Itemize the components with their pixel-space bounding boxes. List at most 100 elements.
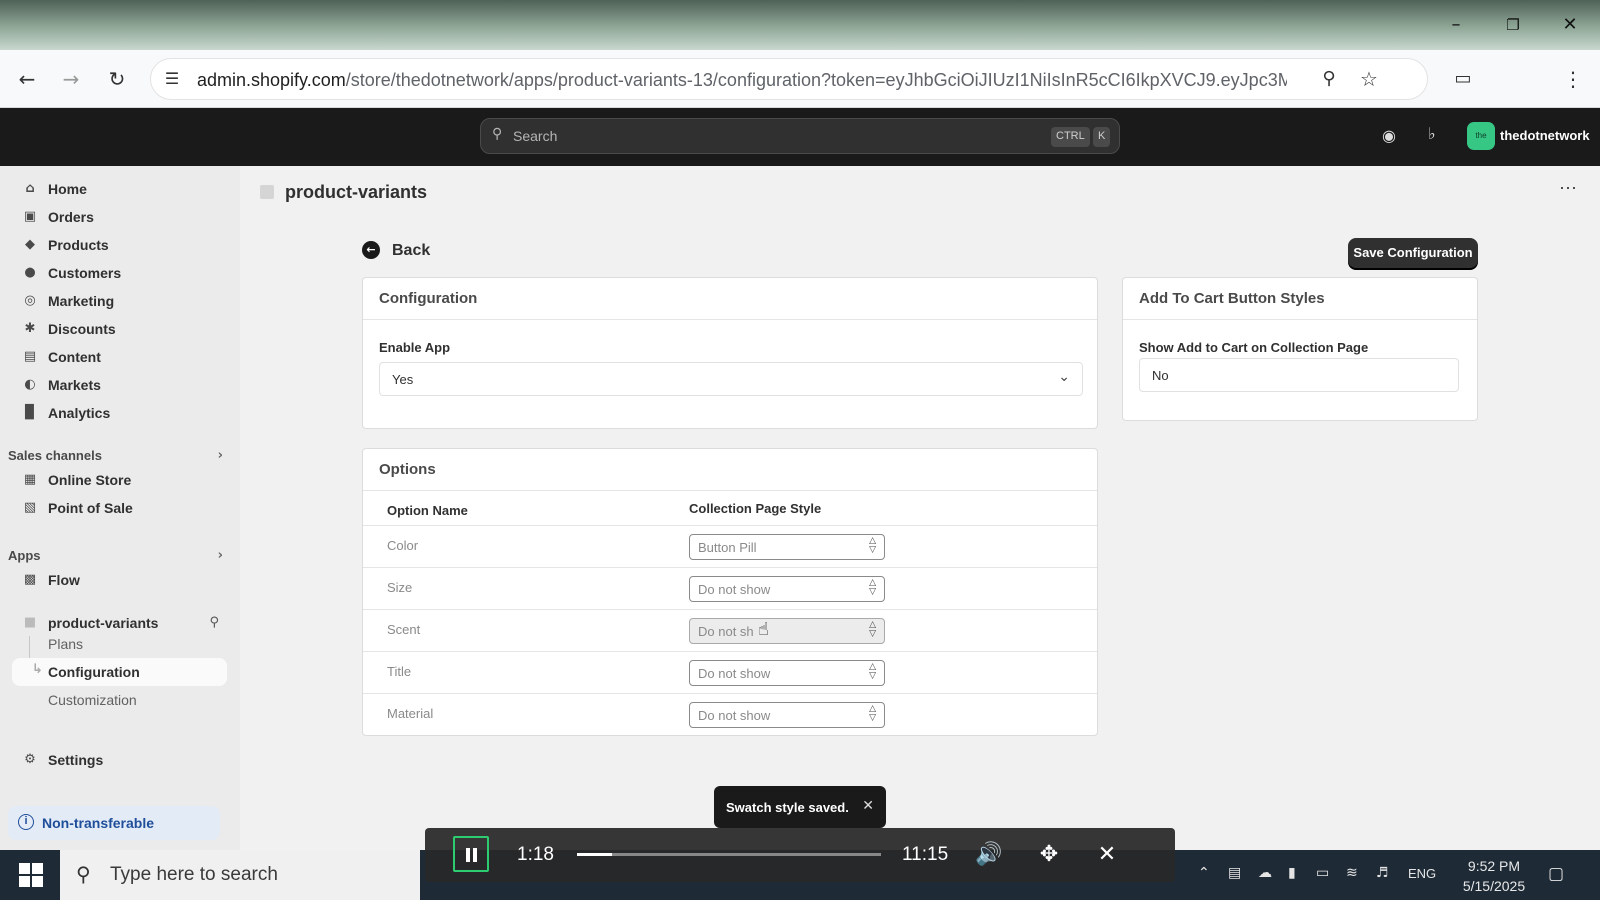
app-icon: ■: [23, 615, 37, 630]
search-icon: ⚲: [76, 862, 91, 886]
sidebar-item-products[interactable]: ◆ Products: [12, 231, 227, 259]
sidebar-item-markets[interactable]: ◐ Markets: [12, 371, 227, 399]
browser-menu-icon[interactable]: ⋮: [1558, 64, 1588, 94]
sidebar-subitem-plans[interactable]: Plans: [12, 630, 227, 658]
progress-bar[interactable]: [577, 853, 881, 856]
close-player-icon[interactable]: ✕: [1091, 840, 1123, 870]
apps-header[interactable]: Apps ›: [8, 548, 223, 563]
sidebar-item-label: Analytics: [48, 405, 111, 421]
updown-chevron-icon: △ ▽: [869, 662, 876, 681]
restore-icon[interactable]: ❐: [1500, 12, 1526, 38]
zoom-icon[interactable]: ⚲: [1314, 64, 1344, 94]
admin-search-input[interactable]: ⚲ Search CTRL K: [480, 118, 1120, 154]
select-value: Do not show: [698, 666, 771, 681]
banner-label: Non-transferable: [42, 815, 155, 831]
style-select-size[interactable]: Do not show △ ▽: [689, 576, 885, 602]
style-select-scent[interactable]: Do not sh △ ▽ ☝: [689, 618, 885, 644]
sidebar-item-label: Settings: [48, 752, 104, 768]
site-settings-icon[interactable]: ☰: [157, 64, 187, 94]
exit-fullscreen-icon[interactable]: ✥: [1033, 840, 1065, 870]
sales-channels-header[interactable]: Sales channels ›: [8, 448, 223, 463]
more-actions-icon[interactable]: ⋯: [1559, 178, 1578, 199]
tray-chevron-up-icon[interactable]: ⌃: [1198, 865, 1210, 881]
battery-icon[interactable]: ▭: [1316, 865, 1329, 881]
globe-icon: ◐: [24, 377, 36, 392]
select-value: Do not show: [698, 708, 771, 723]
orders-icon: ▣: [23, 209, 37, 224]
volume-icon[interactable]: ♬: [1376, 865, 1389, 881]
windows-start-icon[interactable]: [18, 862, 44, 888]
back-button[interactable]: ← Back: [358, 235, 438, 267]
language-indicator[interactable]: ENG: [1408, 866, 1436, 881]
store-avatar[interactable]: the: [1467, 122, 1495, 150]
style-select-color[interactable]: Button Pill △ ▽: [689, 534, 885, 560]
address-bar[interactable]: ☰ admin.shopify.com/store/thedotnetwork/…: [150, 58, 1428, 100]
save-configuration-button[interactable]: Save Configuration: [1348, 238, 1478, 268]
sidebar-item-discounts[interactable]: ✱ Discounts: [12, 315, 227, 343]
sidebar-item-settings[interactable]: ⚙ Settings: [12, 746, 227, 774]
non-transferable-banner[interactable]: i Non-transferable: [8, 806, 220, 840]
taskbar-clock[interactable]: 9:52 PM 5/15/2025: [1454, 856, 1534, 896]
notification-center-icon[interactable]: ▢: [1548, 864, 1564, 884]
sidebar-item-content[interactable]: ▤ Content: [12, 343, 227, 371]
store-name[interactable]: thedotnetwork: [1500, 128, 1590, 143]
show-add-to-cart-select[interactable]: No: [1139, 358, 1459, 392]
clock-date: 5/15/2025: [1462, 878, 1526, 894]
style-select-material[interactable]: Do not show △ ▽: [689, 702, 885, 728]
volume-icon[interactable]: 🔊: [973, 840, 1005, 870]
sidebar-item-analytics[interactable]: ▉ Analytics: [12, 399, 227, 427]
onedrive-cloud-icon[interactable]: ☁: [1258, 865, 1272, 881]
chart-icon: ▉: [25, 405, 35, 420]
sidebar-item-online-store[interactable]: ▦ Online Store: [12, 466, 227, 494]
taskbar-search-input[interactable]: ⚲ Type here to search: [60, 850, 420, 900]
url-host: admin.shopify.com: [197, 70, 346, 90]
person-icon: ●: [24, 265, 36, 280]
updown-chevron-icon: △ ▽: [869, 620, 876, 639]
sidebar-subitem-configuration[interactable]: ↳ Configuration: [12, 658, 227, 686]
enable-app-select[interactable]: Yes ⌄: [379, 362, 1083, 396]
tray-device-icon[interactable]: ▤: [1228, 865, 1241, 881]
main-content: product-variants ⋯ ← Back Save Configurat…: [240, 166, 1600, 866]
current-time: 1:18: [517, 844, 554, 865]
sidebar-item-marketing[interactable]: ◎ Marketing: [12, 287, 227, 315]
bookmark-star-icon[interactable]: ☆: [1354, 64, 1384, 94]
close-icon[interactable]: ✕: [862, 798, 874, 814]
updown-chevron-icon: △ ▽: [869, 578, 876, 597]
notifications-bell-icon[interactable]: ♭: [1428, 124, 1436, 143]
option-name: Title: [387, 664, 412, 679]
wifi-icon[interactable]: ≋: [1346, 865, 1358, 881]
sidebar-item-home[interactable]: ⌂ Home: [12, 175, 227, 203]
forward-arrow-icon[interactable]: →: [56, 64, 86, 94]
sidebar-item-label: Configuration: [48, 664, 140, 680]
reload-icon[interactable]: ↻: [102, 64, 132, 94]
table-row: Size Do not show △ ▽: [363, 567, 1097, 609]
minimize-icon[interactable]: –: [1443, 12, 1469, 38]
extensions-icon[interactable]: ▭: [1448, 64, 1478, 94]
sidebar-item-label: Online Store: [48, 472, 132, 488]
sidebar-subitem-customization[interactable]: Customization: [12, 686, 227, 714]
section-label: Apps: [8, 548, 41, 563]
style-select-title[interactable]: Do not show △ ▽: [689, 660, 885, 686]
back-arrow-icon[interactable]: ←: [12, 64, 42, 94]
sidebar-item-flow[interactable]: ▩ Flow: [12, 566, 227, 594]
sidebar-item-customers[interactable]: ● Customers: [12, 259, 227, 287]
select-value: Do not sh: [698, 624, 754, 639]
page-title: product-variants: [285, 182, 428, 202]
chevron-right-icon: ›: [217, 548, 223, 563]
add-to-cart-styles-card: Add To Cart Button Styles Show Add to Ca…: [1122, 277, 1478, 421]
microphone-icon[interactable]: ▮: [1288, 865, 1296, 881]
tree-branch-icon: ↳: [32, 662, 43, 677]
close-window-icon[interactable]: ✕: [1557, 12, 1583, 38]
browser-toolbar: ← → ↻ ☰ admin.shopify.com/store/thedotne…: [0, 50, 1600, 108]
sidebar-item-orders[interactable]: ▣ Orders: [12, 203, 227, 231]
url-text[interactable]: admin.shopify.com/store/thedotnetwork/ap…: [197, 70, 1287, 91]
shopify-topbar: ⚲ Search CTRL K ◉ ♭ the thedotnetwork: [0, 108, 1600, 166]
sidebar-item-point-of-sale[interactable]: ▧ Point of Sale: [12, 494, 227, 522]
pause-icon[interactable]: [453, 836, 489, 872]
select-value: Yes: [392, 372, 414, 387]
total-duration: 11:15: [902, 844, 949, 865]
updown-chevron-icon: △ ▽: [869, 704, 876, 723]
sidekick-icon[interactable]: ◉: [1382, 126, 1396, 145]
card-header: Add To Cart Button Styles: [1123, 278, 1477, 320]
pin-icon[interactable]: ⚲: [209, 615, 219, 630]
